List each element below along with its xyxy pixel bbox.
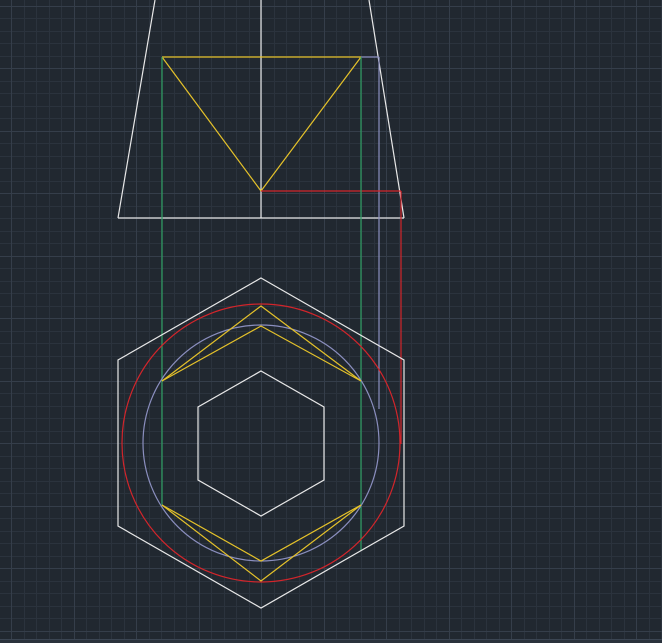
- cad-viewport[interactable]: [0, 0, 662, 643]
- viewport-bottom-edge: [0, 639, 662, 643]
- drawing-canvas[interactable]: [0, 0, 662, 643]
